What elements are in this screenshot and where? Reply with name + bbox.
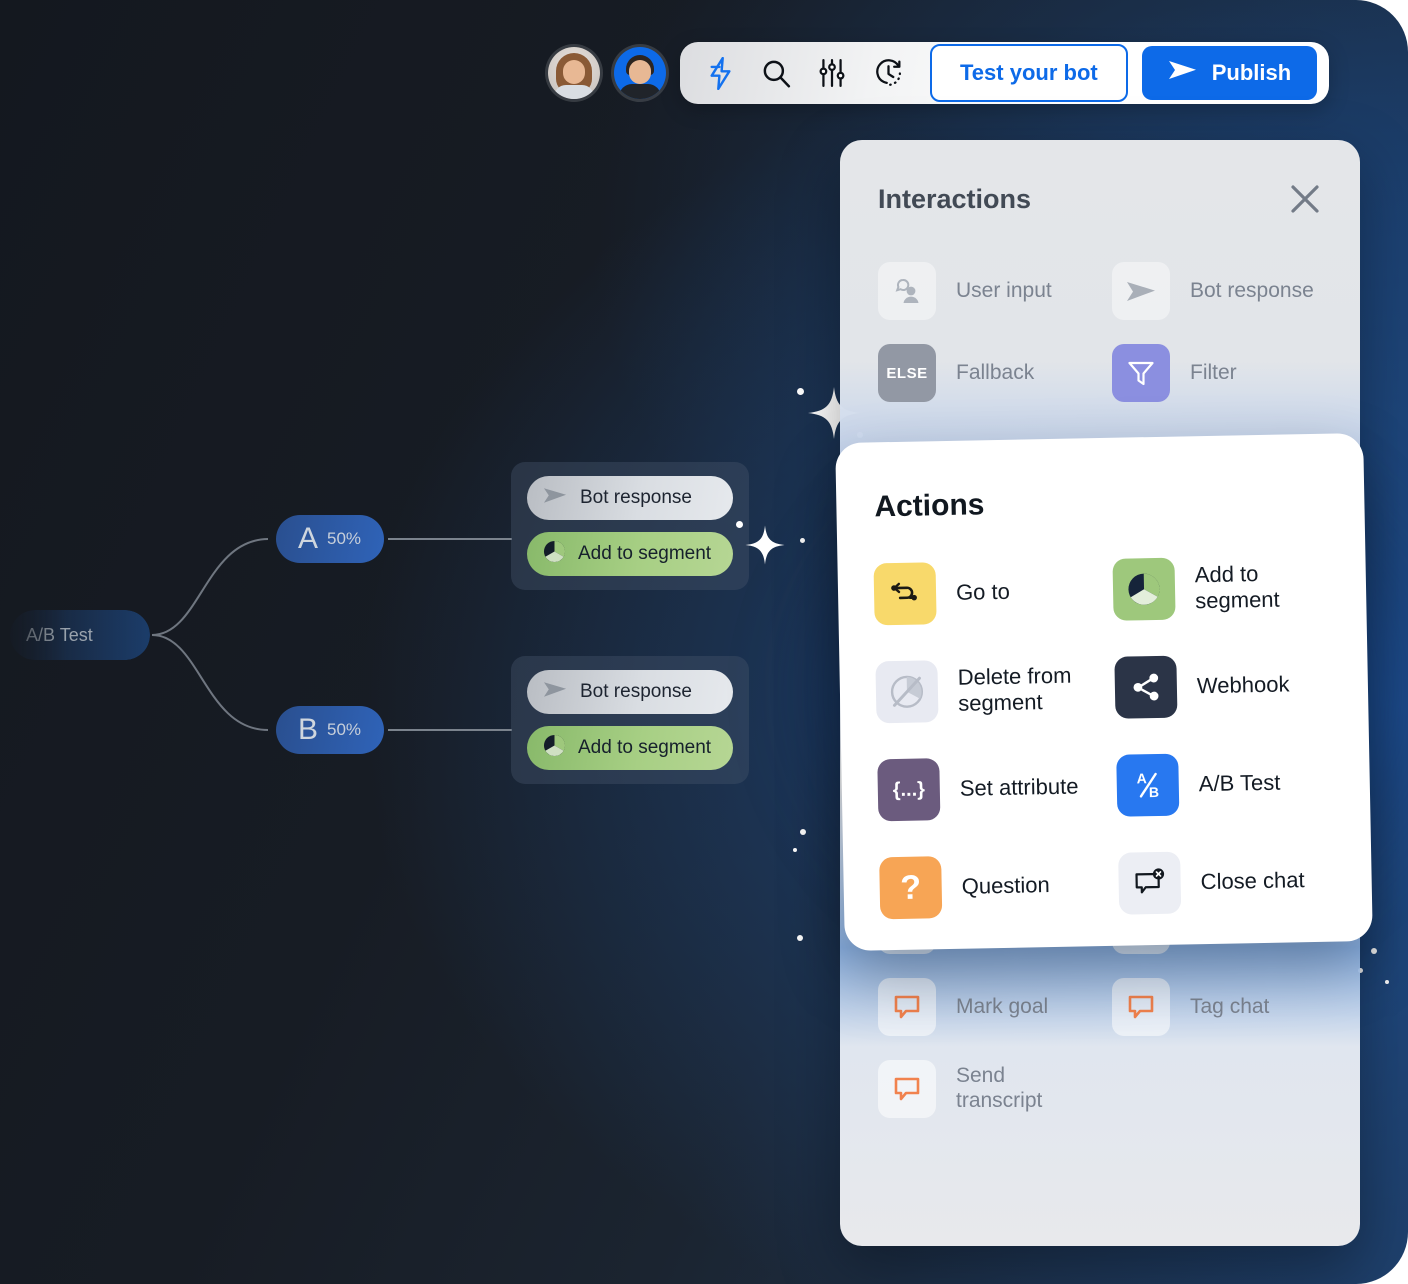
action-label: Go to [956,579,1010,606]
chip-bot-response[interactable]: Bot response [527,670,733,714]
interaction-fallback[interactable]: ELSE Fallback [878,338,1096,408]
toolbar-panel: Test your bot Publish [680,42,1329,104]
braces-icon-text: {...} [892,778,925,802]
pie-chart-slash-icon [875,660,938,723]
user-avatar-2[interactable] [614,47,666,99]
user-avatar-1[interactable] [548,47,600,99]
pie-chart-icon [543,540,566,569]
top-toolbar: Test your bot Publish [548,42,1329,104]
share-nodes-icon [1114,656,1177,719]
question-mark-text: ? [900,868,922,907]
flow-card[interactable]: Bot response Add to segment [511,462,749,590]
flow-card[interactable]: Bot response Add to segment [511,656,749,784]
chip-label: Add to segment [578,737,711,759]
action-webhook[interactable]: Webhook [1114,637,1351,733]
branch-pill-a[interactable]: A 50% [276,515,384,563]
chat-bubble-icon [1112,978,1170,1036]
else-icon: ELSE [878,344,936,402]
close-icon[interactable] [1288,182,1322,216]
interaction-mark-goal[interactable]: Mark goal [878,972,1096,1042]
braces-icon: {...} [877,758,940,821]
chip-label: Add to segment [578,543,711,565]
interactions-group-top: User input Bot response ELSE Fallback Fi… [840,216,1360,408]
ab-test-node[interactable]: A/B Test [10,610,150,660]
pie-chart-icon [1112,558,1175,621]
interaction-bot-response[interactable]: Bot response [1112,256,1330,326]
interaction-label: Tag chat [1190,995,1269,1020]
chip-label: Bot response [580,681,692,703]
interaction-send-transcript[interactable]: Send transcript [878,1054,1096,1124]
branch-percent: 50% [327,529,361,549]
svg-text:A: A [1137,770,1147,786]
svg-text:B: B [1149,784,1159,800]
user-input-icon [878,262,936,320]
question-mark-icon: ? [879,856,942,919]
action-label: Webhook [1197,671,1290,699]
send-icon [1168,58,1198,88]
actions-title: Actions [835,433,1364,525]
action-label: A/B Test [1199,769,1281,797]
app-canvas: Test your bot Publish A/B Test A 50% B 5… [0,0,1408,1284]
send-icon [1112,262,1170,320]
actions-grid: Go to Add to segment Delete from segment [837,515,1373,935]
action-add-to-segment[interactable]: Add to segment [1112,539,1349,635]
interaction-label: Send transcript [956,1064,1096,1114]
ab-test-node-label: A/B Test [26,625,93,646]
chat-bubble-icon [878,978,936,1036]
chip-add-to-segment[interactable]: Add to segment [527,532,733,576]
branch-percent: 50% [327,720,361,740]
chip-add-to-segment[interactable]: Add to segment [527,726,733,770]
branch-pill-b[interactable]: B 50% [276,706,384,754]
action-label: Set attribute [960,773,1079,802]
action-go-to[interactable]: Go to [873,544,1110,640]
interactions-header: Interactions [840,140,1360,216]
test-your-bot-button[interactable]: Test your bot [930,44,1128,102]
chat-close-icon [1118,852,1181,915]
action-set-attribute[interactable]: {...} Set attribute [877,740,1114,836]
sliders-icon[interactable] [804,53,860,93]
interaction-user-input[interactable]: User input [878,256,1096,326]
publish-label: Publish [1212,60,1291,86]
search-icon[interactable] [748,53,804,93]
send-icon [543,485,568,511]
action-label: Delete from segment [957,661,1111,717]
action-label: Question [961,872,1050,900]
lightning-icon[interactable] [692,53,748,93]
ab-test-icon: A B [1116,754,1179,817]
interaction-tag-chat[interactable]: Tag chat [1112,972,1330,1042]
pie-chart-icon [543,734,566,763]
chip-bot-response[interactable]: Bot response [527,476,733,520]
interaction-filter[interactable]: Filter [1112,338,1330,408]
interaction-label: Filter [1190,361,1237,386]
history-clock-icon[interactable] [860,53,916,93]
action-ab-test[interactable]: A B A/B Test [1116,735,1353,831]
action-close-chat[interactable]: Close chat [1118,833,1355,929]
interactions-title: Interactions [878,184,1031,215]
send-icon [543,679,568,705]
action-label: Close chat [1200,867,1304,895]
action-question[interactable]: ? Question [879,838,1116,934]
filter-funnel-icon [1112,344,1170,402]
action-delete-from-segment[interactable]: Delete from segment [875,642,1112,738]
interaction-label: Bot response [1190,279,1314,304]
chip-label: Bot response [580,487,692,509]
goto-arrows-icon [873,562,936,625]
actions-panel: Actions Go to Add to segment [835,433,1373,951]
publish-button[interactable]: Publish [1142,46,1317,100]
interaction-label: Mark goal [956,995,1048,1020]
chat-bubble-icon [878,1060,936,1118]
branch-letter: B [298,715,318,745]
interaction-label: User input [956,279,1052,304]
interaction-label: Fallback [956,361,1034,386]
action-label: Add to segment [1195,559,1349,615]
branch-letter: A [298,524,318,554]
else-icon-text: ELSE [886,365,927,382]
